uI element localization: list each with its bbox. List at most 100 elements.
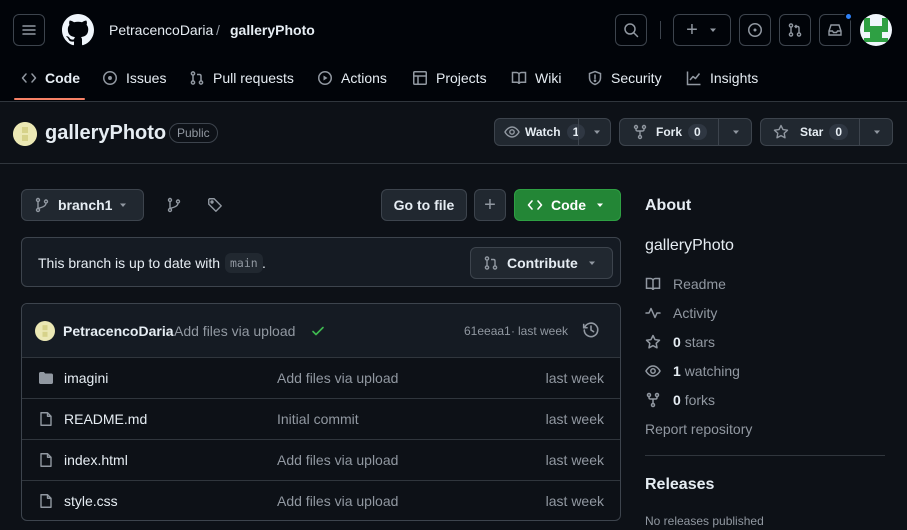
file-date: last week <box>545 370 604 386</box>
tab-wiki-label: Wiki <box>535 70 562 86</box>
file-name[interactable]: style.css <box>64 493 118 509</box>
file-icon <box>40 412 52 426</box>
file-commit-message[interactable]: Initial commit <box>277 411 359 427</box>
commit-message[interactable]: Add files via upload <box>174 323 295 339</box>
branch-select-button[interactable]: branch1 <box>21 189 144 221</box>
star-icon <box>645 334 661 349</box>
about-heading: About <box>645 197 692 214</box>
table-row[interactable]: index.html Add files via upload last wee… <box>22 439 620 480</box>
history-icon[interactable] <box>582 321 600 339</box>
tab-issues[interactable]: Issues <box>102 62 166 94</box>
watch-divider <box>578 119 579 145</box>
file-name[interactable]: imagini <box>64 370 108 386</box>
commit-sha[interactable]: 61eeaa1 <box>464 324 511 338</box>
branch-status-text: This branch is up to date with <box>38 255 221 271</box>
about-watching-link[interactable]: 1 watching <box>645 363 740 379</box>
eye-icon <box>504 126 520 138</box>
tab-security[interactable]: Security <box>587 62 662 94</box>
triangle-down-icon <box>597 203 603 207</box>
commit-author-avatar[interactable] <box>35 321 55 341</box>
table-row[interactable]: imagini Add files via upload last week <box>22 357 620 398</box>
latest-commit-bar: PetracencoDaria Add files via upload 61e… <box>22 304 620 357</box>
no-releases-text: No releases published <box>645 514 764 528</box>
tab-code-label: Code <box>45 70 80 86</box>
about-forks-link[interactable]: 0 forks <box>645 392 715 408</box>
shield-icon <box>588 70 602 86</box>
fork-label: Fork <box>656 125 683 139</box>
about-readme-link[interactable]: Readme <box>645 276 726 292</box>
star-button[interactable]: Star 0 <box>760 118 893 146</box>
triangle-down-icon <box>733 130 739 134</box>
create-new-button[interactable]: + <box>673 14 731 46</box>
activity-label: Activity <box>673 305 718 321</box>
issue-opened-icon <box>748 23 762 37</box>
repo-avatar[interactable] <box>13 122 37 146</box>
tab-insights[interactable]: Insights <box>686 62 758 94</box>
eye-icon <box>645 365 661 377</box>
file-name[interactable]: README.md <box>64 411 147 427</box>
breadcrumb-repo[interactable]: galleryPhoto <box>230 22 315 38</box>
header-divider <box>660 21 661 39</box>
about-description: galleryPhoto <box>645 237 734 254</box>
inbox-icon <box>828 24 842 36</box>
tab-actions[interactable]: Actions <box>317 62 387 94</box>
branch-status-box: This branch is up to date with main . Co… <box>21 237 621 287</box>
global-header: PetracencoDaria / galleryPhoto + Code Is… <box>0 0 907 102</box>
contribute-label: Contribute <box>507 255 578 271</box>
about-stars-link[interactable]: 0 stars <box>645 334 715 350</box>
report-repository-link[interactable]: Report repository <box>645 421 752 437</box>
branch-name: branch1 <box>58 197 113 213</box>
github-logo-icon[interactable] <box>62 14 94 46</box>
about-activity-link[interactable]: Activity <box>645 305 717 321</box>
fork-count: 0 <box>688 124 707 140</box>
avatar[interactable] <box>860 14 892 46</box>
tab-pull-requests[interactable]: Pull requests <box>189 62 294 94</box>
table-row[interactable]: style.css Add files via upload last week <box>22 480 620 521</box>
add-file-button[interactable]: + <box>474 189 506 221</box>
check-icon[interactable] <box>310 323 326 339</box>
active-tab-indicator <box>14 98 85 100</box>
book-icon <box>511 71 527 85</box>
file-commit-message[interactable]: Add files via upload <box>277 452 398 468</box>
tab-wiki[interactable]: Wiki <box>511 62 561 94</box>
star-divider <box>859 119 860 145</box>
menu-button[interactable] <box>13 14 45 46</box>
table-row[interactable]: README.md Initial commit last week <box>22 398 620 439</box>
file-date: last week <box>545 411 604 427</box>
base-branch-code[interactable]: main <box>225 253 263 273</box>
breadcrumb-owner[interactable]: PetracencoDaria <box>109 22 213 38</box>
graph-icon <box>686 71 701 86</box>
readme-label: Readme <box>673 276 726 292</box>
pull-requests-button[interactable] <box>779 14 811 46</box>
issues-button[interactable] <box>739 14 771 46</box>
fork-button[interactable]: Fork 0 <box>619 118 752 146</box>
file-name[interactable]: index.html <box>64 452 128 468</box>
file-commit-message[interactable]: Add files via upload <box>277 493 398 509</box>
file-commit-message[interactable]: Add files via upload <box>277 370 398 386</box>
contribute-button[interactable]: Contribute <box>470 247 613 279</box>
file-icon <box>40 494 52 508</box>
forks-count: 0 <box>673 392 681 408</box>
search-icon <box>624 23 639 38</box>
branches-button[interactable] <box>158 189 190 221</box>
code-dropdown-button[interactable]: Code <box>514 189 621 221</box>
tags-button[interactable] <box>199 189 231 221</box>
notification-dot <box>844 12 853 21</box>
triangle-down-icon <box>709 28 716 32</box>
releases-heading[interactable]: Releases <box>645 476 714 494</box>
watch-button[interactable]: Watch 1 <box>494 118 611 146</box>
tab-projects[interactable]: Projects <box>412 62 487 94</box>
go-to-file-button[interactable]: Go to file <box>381 189 467 221</box>
search-button[interactable] <box>615 14 647 46</box>
commit-author[interactable]: PetracencoDaria <box>63 323 174 339</box>
folder-icon <box>39 372 53 384</box>
code-icon <box>527 200 543 210</box>
repo-forked-icon <box>633 124 647 140</box>
repo-name[interactable]: galleryPhoto <box>45 122 166 145</box>
tab-security-label: Security <box>611 70 662 86</box>
tab-code[interactable]: Code <box>21 62 80 94</box>
watching-label: watching <box>684 363 740 379</box>
triangle-down-icon <box>594 130 600 134</box>
repo-title-bar: galleryPhoto Public Watch 1 Fork 0 Star … <box>0 102 907 164</box>
watching-count: 1 <box>673 363 681 379</box>
